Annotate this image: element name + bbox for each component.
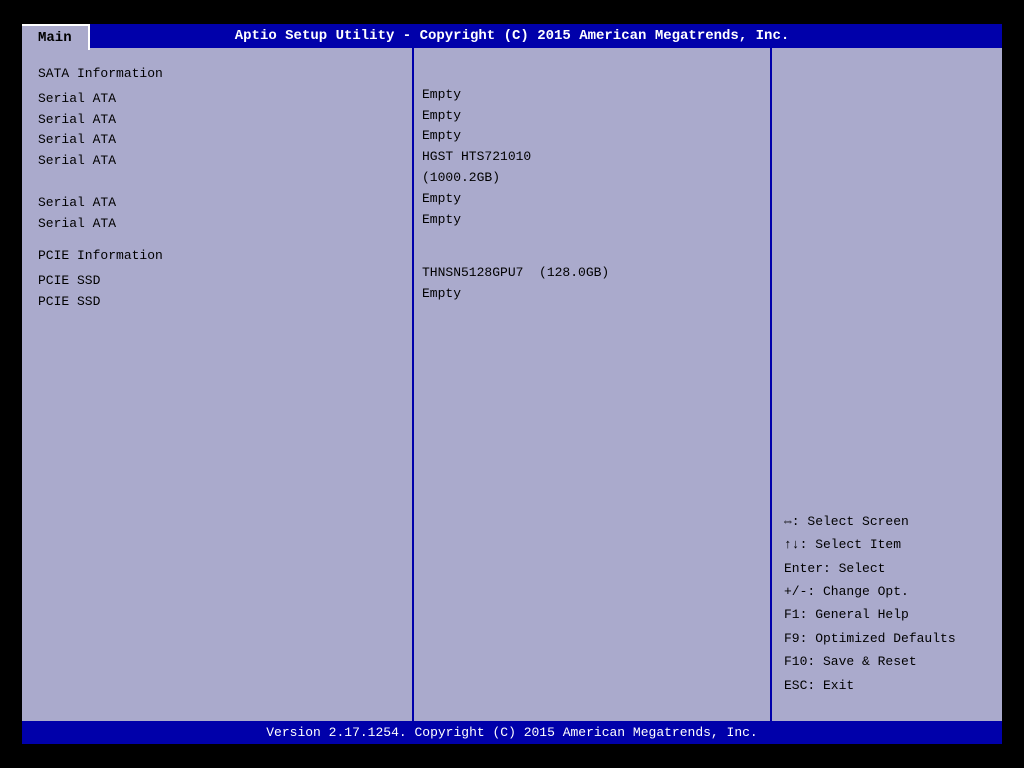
tab-main[interactable]: Main: [22, 24, 90, 50]
sata-value-1: Empty: [422, 106, 762, 127]
center-panel: Empty Empty Empty HGST HTS721010 (1000.2…: [412, 48, 772, 721]
bios-screen: Main Aptio Setup Utility - Copyright (C)…: [22, 24, 1002, 744]
key-select-item: ↑↓: Select Item: [784, 533, 990, 556]
right-panel: ⇔: Select Screen ↑↓: Select Item Enter: …: [772, 48, 1002, 721]
sata-value-2: Empty: [422, 126, 762, 147]
bottom-bar: Version 2.17.1254. Copyright (C) 2015 Am…: [22, 721, 1002, 744]
key-change-opt: +/-: Change Opt.: [784, 580, 990, 603]
pcie-port-1: PCIE SSD: [38, 292, 396, 313]
pcie-value-0: THNSN5128GPU7 (128.0GB): [422, 263, 762, 284]
sata-port-4: Serial ATA: [38, 193, 396, 214]
sata-port-2: Serial ATA: [38, 130, 396, 151]
pcie-value-1: Empty: [422, 284, 762, 305]
content-area: SATA Information Serial ATA Serial ATA S…: [22, 48, 1002, 721]
sata-value-3b: (1000.2GB): [422, 168, 762, 189]
sata-port-spacer: [38, 172, 396, 193]
key-esc: ESC: Exit: [784, 674, 990, 697]
pcie-section-label: PCIE Information: [38, 246, 396, 267]
key-enter: Enter: Select: [784, 557, 990, 580]
key-optimized: F9: Optimized Defaults: [784, 627, 990, 650]
footer-text: Version 2.17.1254. Copyright (C) 2015 Am…: [266, 725, 757, 740]
sata-value-0: Empty: [422, 85, 762, 106]
sata-port-5: Serial ATA: [38, 214, 396, 235]
key-select-screen: ⇔: Select Screen: [784, 510, 990, 533]
sata-section-label: SATA Information: [38, 64, 396, 85]
top-bar: Main Aptio Setup Utility - Copyright (C)…: [22, 24, 1002, 48]
sata-value-4: Empty: [422, 189, 762, 210]
sata-value-3: HGST HTS721010: [422, 147, 762, 168]
key-legend: ⇔: Select Screen ↑↓: Select Item Enter: …: [784, 64, 990, 705]
key-save-reset: F10: Save & Reset: [784, 650, 990, 673]
sata-port-1: Serial ATA: [38, 110, 396, 131]
header-title: Aptio Setup Utility - Copyright (C) 2015…: [235, 28, 790, 44]
sata-port-0: Serial ATA: [38, 89, 396, 110]
sata-value-5: Empty: [422, 210, 762, 231]
key-general-help: F1: General Help: [784, 603, 990, 626]
sata-port-3: Serial ATA: [38, 151, 396, 172]
left-panel: SATA Information Serial ATA Serial ATA S…: [22, 48, 412, 721]
pcie-port-0: PCIE SSD: [38, 271, 396, 292]
